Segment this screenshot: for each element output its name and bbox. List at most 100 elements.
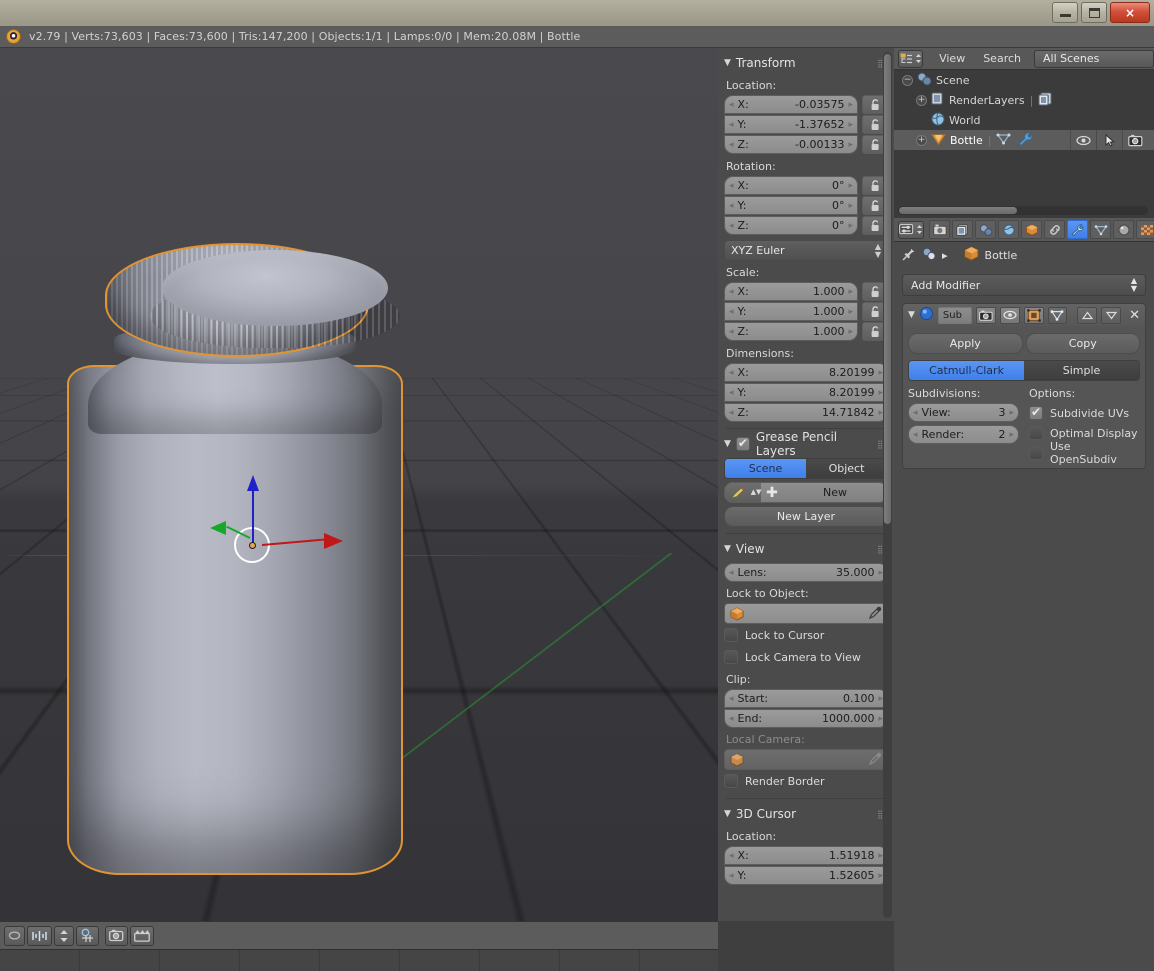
add-modifier-dropdown[interactable]: Add Modifier ▲ ▼ <box>902 274 1146 296</box>
outliner-row-scene[interactable]: − Scene <box>894 70 1154 90</box>
subdivide-uvs-row[interactable]: Subdivide UVs <box>1029 403 1140 423</box>
editmode-icon[interactable] <box>1023 306 1044 324</box>
new-grease-pencil-button[interactable]: New <box>783 486 887 499</box>
lock-to-cursor-checkbox[interactable] <box>724 628 738 642</box>
lock-to-object-field[interactable] <box>724 603 888 624</box>
render-border-row[interactable]: Render Border <box>724 770 888 792</box>
editor-type-icon[interactable] <box>4 925 25 946</box>
dimension-x-field[interactable]: ◂ X: 8.20199 ▸ <box>724 363 888 382</box>
render-tab[interactable] <box>929 220 950 239</box>
use-opensubdiv-checkbox[interactable] <box>1029 446 1043 460</box>
lock-to-cursor-row[interactable]: Lock to Cursor <box>724 624 888 646</box>
world-tab[interactable] <box>998 220 1019 239</box>
manipulator-x-axis[interactable] <box>261 538 328 546</box>
grease-pencil-source-toggle[interactable]: Scene Object <box>724 458 888 479</box>
view-panel-header[interactable]: ▼ View ⣿ <box>724 538 888 560</box>
manipulator-z-axis[interactable] <box>252 487 254 545</box>
cursor3d-x-field[interactable]: ◂ X: 1.51918 ▸ <box>724 846 888 865</box>
outliner-menu-view[interactable]: View <box>930 52 974 65</box>
manipulator-y-arrow[interactable] <box>210 521 226 535</box>
3d-viewport[interactable] <box>0 48 718 921</box>
manipulator-x-arrow[interactable] <box>324 533 343 549</box>
subdivide-uvs-checkbox[interactable] <box>1029 405 1043 420</box>
scale-y-field[interactable]: ◂ Y: 1.000 ▸ <box>724 302 858 321</box>
lock-camera-to-view-checkbox[interactable] <box>724 650 738 664</box>
subdivisions-view-field[interactable]: ◂ View: 3 ▸ <box>908 403 1019 422</box>
collapse-triangle-icon[interactable]: ▼ <box>908 310 915 320</box>
rotation-x-field[interactable]: ◂ X: 0° ▸ <box>724 176 858 195</box>
transform-manipulator-widget[interactable] <box>206 473 356 583</box>
new-layer-button[interactable]: New Layer <box>724 506 888 527</box>
dimension-y-field[interactable]: ◂ Y: 8.20199 ▸ <box>724 383 888 402</box>
scale-x-field[interactable]: ◂ X: 1.000 ▸ <box>724 282 858 301</box>
cage-icon[interactable] <box>1047 306 1068 324</box>
render-border-checkbox[interactable] <box>724 774 738 788</box>
render-camera-icon[interactable] <box>105 925 128 946</box>
subdivision-type-toggle[interactable]: Catmull-Clark Simple <box>908 360 1140 381</box>
material-tab[interactable] <box>1113 220 1134 239</box>
clip-start-field[interactable]: ◂ Start: 0.100 ▸ <box>724 689 888 708</box>
clapperboard-icon[interactable] <box>130 925 154 946</box>
outliner-row-renderlayers[interactable]: + RenderLayers | <box>894 90 1154 110</box>
pencil-icon[interactable] <box>725 483 751 502</box>
outliner-scene-filter[interactable]: All Scenes <box>1034 49 1154 68</box>
manipulator-z-arrow[interactable] <box>247 475 259 491</box>
local-camera-field[interactable] <box>724 749 888 770</box>
cursor3d-y-field[interactable]: ◂ Y: 1.52605 ▸ <box>724 866 888 885</box>
tab-scene[interactable]: Scene <box>725 459 806 478</box>
rotation-mode-dropdown[interactable]: XYZ Euler ▲ ▼ <box>724 240 888 261</box>
optimal-display-checkbox[interactable] <box>1029 426 1043 440</box>
rotation-z-field[interactable]: ◂ Z: 0° ▸ <box>724 216 858 235</box>
modifier-name-field[interactable]: Sub <box>937 306 972 324</box>
cursor3d-panel-header[interactable]: ▼ 3D Cursor ⣿ <box>724 803 888 825</box>
outliner-scrollbar-thumb[interactable] <box>899 207 1017 214</box>
chevron-updown-icon[interactable]: ▲▼ <box>751 483 761 502</box>
eye-visibility-icon[interactable] <box>1070 130 1096 150</box>
outliner-horizontal-scrollbar[interactable] <box>898 206 1148 215</box>
outliner-row-world[interactable]: World <box>894 110 1154 130</box>
transform-panel-header[interactable]: ▼ Transform ⣿ <box>724 52 888 74</box>
timeline-playhead-icon[interactable] <box>27 925 52 946</box>
modifier-wrench-icon[interactable] <box>1018 132 1033 149</box>
subdivisions-render-field[interactable]: ◂ Render: 2 ▸ <box>908 425 1019 444</box>
renderlayer-copy-icon[interactable] <box>1038 92 1053 109</box>
timeline-track[interactable] <box>0 949 718 971</box>
outliner-display-mode-icon[interactable] <box>898 49 924 68</box>
constraints-tab[interactable] <box>1044 220 1065 239</box>
cursor-selectability-icon[interactable] <box>1096 130 1122 150</box>
outliner-menu-search[interactable]: Search <box>974 52 1030 65</box>
lock-camera-to-view-row[interactable]: Lock Camera to View <box>724 646 888 668</box>
modifiers-tab[interactable] <box>1067 220 1088 239</box>
minimize-button[interactable] <box>1052 2 1078 23</box>
simple-button[interactable]: Simple <box>1024 361 1139 380</box>
copy-button[interactable]: Copy <box>1025 333 1140 354</box>
eyedropper-icon[interactable] <box>868 752 882 768</box>
rotation-y-field[interactable]: ◂ Y: 0° ▸ <box>724 196 858 215</box>
apply-button[interactable]: Apply <box>908 333 1023 354</box>
location-z-field[interactable]: ◂ Z: -0.00133 ▸ <box>724 135 858 154</box>
pin-icon[interactable] <box>902 246 916 264</box>
tab-object[interactable]: Object <box>806 459 887 478</box>
data-tab[interactable] <box>1090 220 1111 239</box>
properties-editor-type-icon[interactable] <box>898 220 924 239</box>
outliner-row-bottle[interactable]: + Bottle | <box>894 130 1154 150</box>
location-x-field[interactable]: ◂ X: -0.03575 ▸ <box>724 95 858 114</box>
use-opensubdiv-row[interactable]: Use OpenSubdiv <box>1029 440 1140 466</box>
camera-icon[interactable] <box>975 306 996 324</box>
move-up-button[interactable] <box>1077 306 1098 324</box>
expand-toggle[interactable]: + <box>916 134 927 146</box>
scale-z-field[interactable]: ◂ Z: 1.000 ▸ <box>724 322 858 341</box>
expand-toggle[interactable]: − <box>902 74 913 86</box>
camera-renderability-icon[interactable] <box>1122 130 1148 150</box>
delete-modifier-button[interactable]: ✕ <box>1129 308 1140 323</box>
move-down-button[interactable] <box>1101 306 1122 324</box>
scene-icon[interactable] <box>922 247 936 264</box>
maximize-button[interactable] <box>1081 2 1107 23</box>
location-y-field[interactable]: ◂ Y: -1.37652 ▸ <box>724 115 858 134</box>
object-tab[interactable] <box>1021 220 1042 239</box>
texture-tab[interactable] <box>1136 220 1154 239</box>
spin-arrows-icon[interactable] <box>54 925 74 946</box>
plus-icon[interactable]: ✚ <box>761 485 783 501</box>
sidebar-scrollbar[interactable] <box>883 52 892 918</box>
clip-end-field[interactable]: ◂ End: 1000.000 ▸ <box>724 709 888 728</box>
